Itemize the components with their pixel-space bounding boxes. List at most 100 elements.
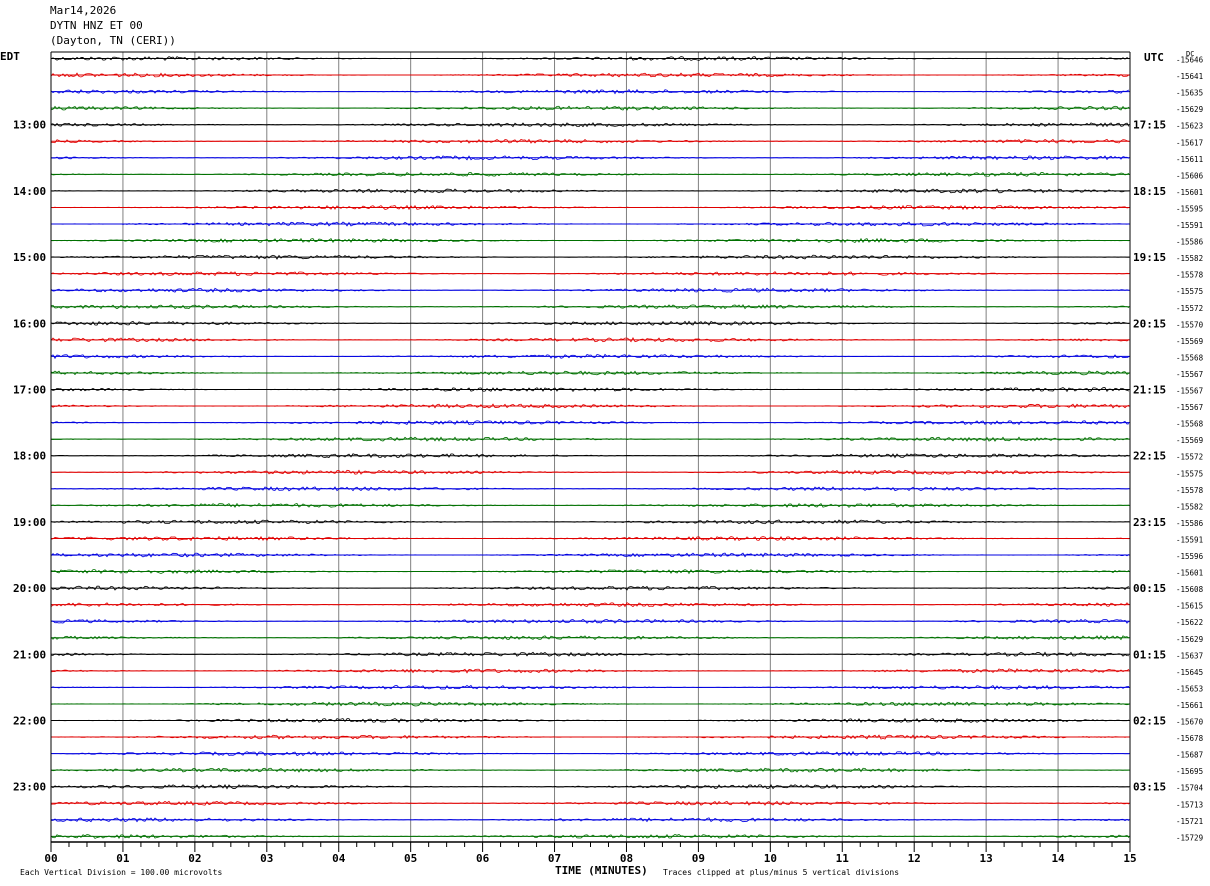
dc-offset-value: -15635 <box>1176 89 1203 98</box>
seismic-trace <box>50 122 1130 128</box>
edt-hour-label: 15:00 <box>13 251 46 264</box>
dc-offset-labels: -15646-15641-15635-15629-15623-15617-156… <box>1176 56 1204 843</box>
right-time-labels: 17:15 18:15 19:15 20:15 21:15 22:15 23:15 00:15… <box>1133 119 1166 794</box>
x-tick-label: 04 <box>332 852 346 865</box>
x-tick-label: 06 <box>476 852 490 865</box>
dc-offset-value: -15615 <box>1176 602 1203 611</box>
x-tick-label: 05 <box>404 852 417 865</box>
seismic-trace <box>50 370 1130 376</box>
dc-offset-value: -15567 <box>1176 387 1203 396</box>
dc-offset-value: -15645 <box>1176 668 1203 677</box>
dc-offset-value: -15582 <box>1176 502 1203 511</box>
dc-offset-value: -15721 <box>1176 817 1203 826</box>
x-tick-label: 10 <box>764 852 777 865</box>
x-tick-label: 15 <box>1123 852 1136 865</box>
dc-offset-value: -15629 <box>1176 635 1203 644</box>
dc-offset-value: -15678 <box>1176 734 1204 743</box>
x-tick-label: 09 <box>692 852 705 865</box>
dc-offset-value: -15596 <box>1176 552 1204 561</box>
left-zone-label: EDT <box>0 50 20 63</box>
edt-hour-label: 16:00 <box>13 317 46 330</box>
edt-hour-label: 18:00 <box>13 450 46 463</box>
dc-offset-value: -15601 <box>1176 188 1203 197</box>
utc-hour-label: 20:15 <box>1133 317 1166 330</box>
utc-hour-label: 17:15 <box>1133 119 1166 132</box>
dc-offset-value: -15569 <box>1176 337 1203 346</box>
utc-hour-label: 00:15 <box>1133 582 1166 595</box>
edt-hour-label: 20:00 <box>13 582 46 595</box>
x-tick-label: 00 <box>44 852 57 865</box>
edt-hour-label: 22:00 <box>13 715 46 728</box>
dc-offset-value: -15572 <box>1176 453 1203 462</box>
dc-offset-value: -15595 <box>1176 204 1203 213</box>
dc-offset-value: -15572 <box>1176 304 1203 313</box>
dc-offset-value: -15606 <box>1176 171 1204 180</box>
dc-offset-value: -15617 <box>1176 138 1203 147</box>
dc-offset-value: -15729 <box>1176 833 1203 842</box>
right-zone-label: UTC <box>1144 51 1164 64</box>
dc-offset-value: -15611 <box>1176 155 1203 164</box>
seismic-trace <box>50 618 1130 624</box>
dc-offset-value: -15713 <box>1176 800 1203 809</box>
edt-hour-label: 23:00 <box>13 781 46 794</box>
dc-offset-value: -15578 <box>1176 271 1204 280</box>
x-tick-label: 01 <box>116 852 130 865</box>
dc-offset-value: -15586 <box>1176 519 1204 528</box>
seismic-trace <box>50 817 1130 823</box>
utc-hour-label: 23:15 <box>1133 516 1166 529</box>
dc-offset-value: -15568 <box>1176 353 1204 362</box>
utc-hour-label: 01:15 <box>1133 648 1166 661</box>
dc-offset-value: -15575 <box>1176 287 1203 296</box>
dc-offset-value: -15623 <box>1176 122 1203 131</box>
x-tick-label: 11 <box>836 852 850 865</box>
dc-offset-value: -15653 <box>1176 684 1203 693</box>
dc-label: DC <box>1186 50 1194 58</box>
dc-offset-value: -15586 <box>1176 238 1204 247</box>
dc-offset-value: -15567 <box>1176 403 1203 412</box>
dc-offset-value: -15601 <box>1176 569 1203 578</box>
dc-offset-value: -15622 <box>1176 618 1203 627</box>
x-tick-label: 14 <box>1051 852 1065 865</box>
utc-hour-label: 02:15 <box>1133 715 1166 728</box>
dc-offset-value: -15629 <box>1176 105 1203 114</box>
utc-hour-label: 18:15 <box>1133 185 1166 198</box>
edt-hour-label: 17:00 <box>13 384 46 397</box>
dc-offset-value: -15670 <box>1176 718 1204 727</box>
plot-grid <box>122 52 1059 842</box>
edt-hour-label: 19:00 <box>13 516 46 529</box>
dc-offset-value: -15637 <box>1176 651 1203 660</box>
dc-offset-value: -15591 <box>1176 221 1203 230</box>
dc-offset-value: -15567 <box>1176 370 1203 379</box>
dc-offset-value: -15687 <box>1176 751 1203 760</box>
helicorder-plot: 13:00 14:00 15:00 16:00 17:00 18:00 19:00 20:00… <box>0 50 1204 877</box>
edt-hour-label: 14:00 <box>13 185 46 198</box>
edt-hour-label: 13:00 <box>13 119 46 132</box>
utc-hour-label: 03:15 <box>1133 781 1166 794</box>
dc-offset-value: -15695 <box>1176 767 1203 776</box>
dc-offset-value: -15608 <box>1176 585 1204 594</box>
left-time-labels: 13:00 14:00 15:00 16:00 17:00 18:00 19:00 20:00… <box>13 119 46 794</box>
seismic-trace <box>50 833 1130 839</box>
x-tick-label: 12 <box>908 852 921 865</box>
x-axis: 00 01 02 03 04 05 06 07 08 09 10 11 12 13 14 15 <box>44 842 1137 865</box>
clip-note: Traces clipped at plus/minus 5 vertical … <box>663 868 899 877</box>
x-tick-label: 02 <box>188 852 201 865</box>
dc-offset-value: -15661 <box>1176 701 1203 710</box>
dc-offset-value: -15582 <box>1176 254 1203 263</box>
x-tick-label: 03 <box>260 852 273 865</box>
plot-frame <box>50 51 1131 843</box>
dc-offset-value: -15704 <box>1176 784 1204 793</box>
vertical-division-note: Each Vertical Division = 100.00 microvol… <box>20 868 222 877</box>
x-axis-title: TIME (MINUTES) <box>555 864 648 877</box>
dc-offset-value: -15591 <box>1176 535 1203 544</box>
seismic-traces <box>50 56 1130 839</box>
dc-offset-value: -15569 <box>1176 436 1203 445</box>
seismic-trace <box>50 155 1130 161</box>
utc-hour-label: 19:15 <box>1133 251 1166 264</box>
dc-offset-value: -15641 <box>1176 72 1203 81</box>
utc-hour-label: 21:15 <box>1133 384 1166 397</box>
utc-hour-label: 22:15 <box>1133 450 1166 463</box>
x-tick-label: 13 <box>980 852 993 865</box>
dc-offset-value: -15568 <box>1176 420 1204 429</box>
edt-hour-label: 21:00 <box>13 648 46 661</box>
